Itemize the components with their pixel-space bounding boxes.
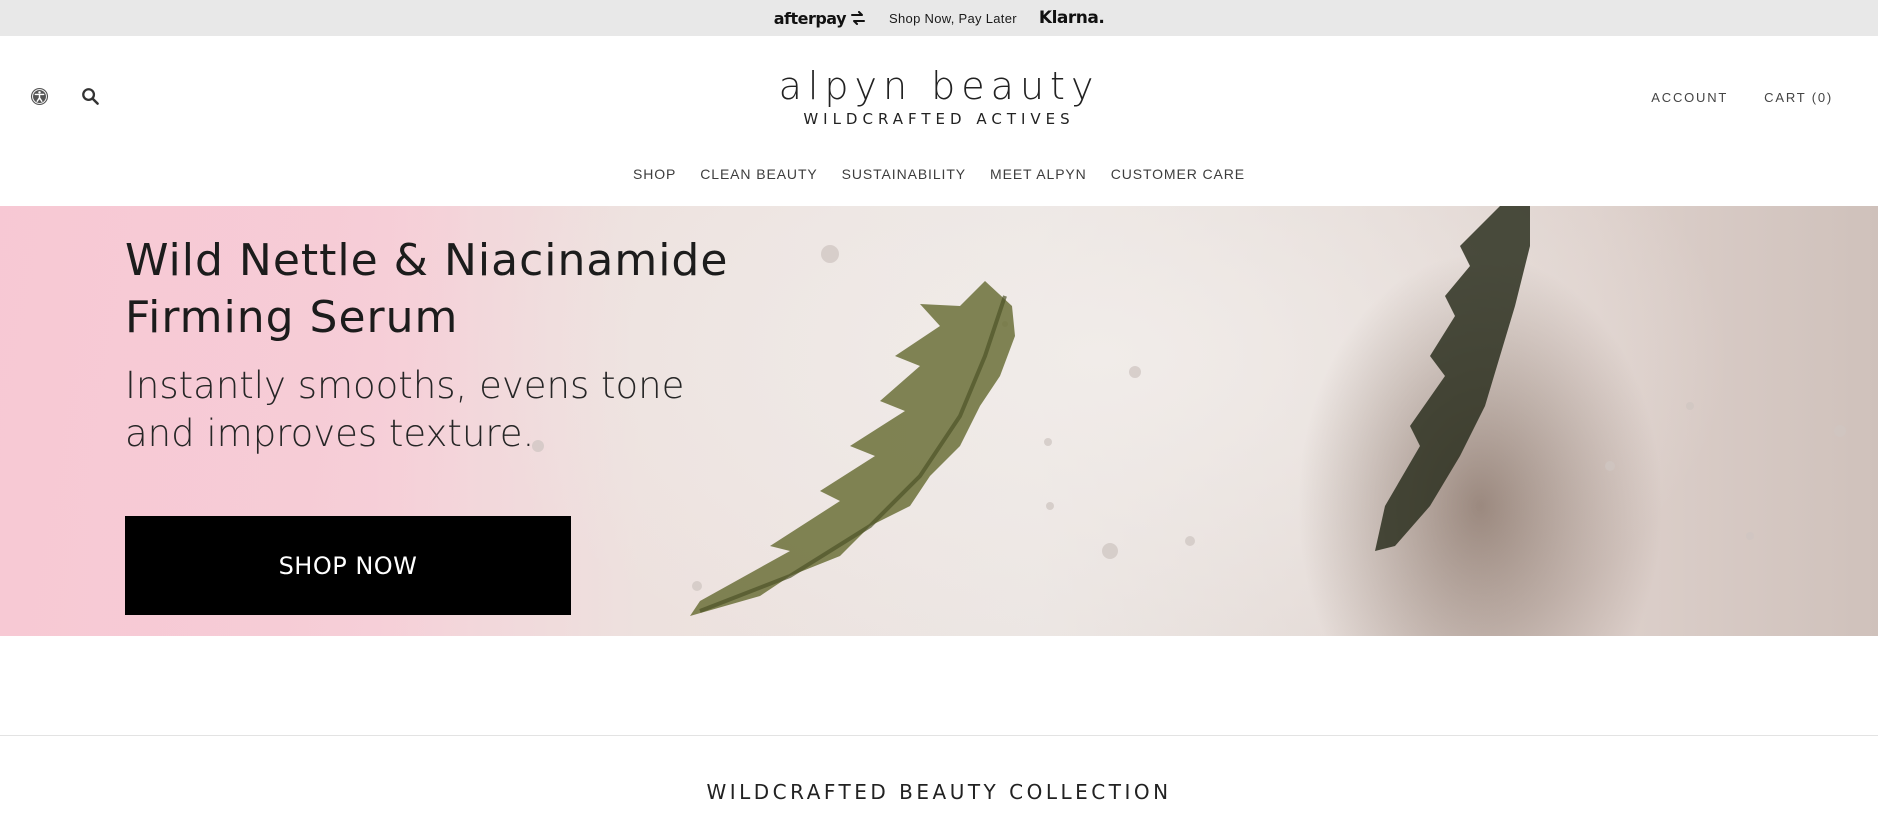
nav-item-shop[interactable]: SHOP [633,166,676,182]
logo-tagline: WILDCRAFTED ACTIVES [803,110,1075,128]
afterpay-arrows-icon [851,11,866,25]
promo-bar: afterpay Shop Now, Pay Later Klarna. [0,0,1878,36]
cart-link[interactable]: CART (0) [1764,90,1833,105]
main-nav: SHOP CLEAN BEAUTY SUSTAINABILITY MEET AL… [0,166,1878,182]
nav-item-customer-care[interactable]: CUSTOMER CARE [1111,166,1245,182]
klarna-logo[interactable]: Klarna. [1039,8,1105,28]
nav-item-sustainability[interactable]: SUSTAINABILITY [842,166,966,182]
hero-subtitle-line-2: and improves texture. [125,412,535,455]
hero-subtitle: Instantly smooths, evens tone and improv… [125,362,725,458]
collection-title: WILDCRAFTED BEAUTY COLLECTION [706,780,1172,804]
accessibility-icon[interactable] [30,87,49,106]
hero-title-line-1: Wild Nettle & Niacinamide [125,235,729,286]
site-logo[interactable]: alpyn beauty WILDCRAFTED ACTIVES [739,64,1139,128]
hero-title: Wild Nettle & Niacinamide Firming Serum [125,232,825,346]
afterpay-logo[interactable]: afterpay [774,9,867,28]
hero-subtitle-line-1: Instantly smooths, evens tone [125,364,685,407]
header-links: ACCOUNT CART (0) [1651,90,1833,105]
shop-now-button[interactable]: SHOP NOW [125,516,571,615]
hero-banner[interactable]: Wild Nettle & Niacinamide Firming Serum … [0,206,1878,636]
logo-main-text: alpyn beauty [778,64,1100,108]
afterpay-logo-text: afterpay [773,8,847,28]
site-header: alpyn beauty WILDCRAFTED ACTIVES ACCOUNT… [0,36,1878,206]
hero-title-line-2: Firming Serum [125,292,459,343]
nav-item-meet-alpyn[interactable]: MEET ALPYN [990,166,1087,182]
promo-text[interactable]: Shop Now, Pay Later [889,11,1017,26]
account-link[interactable]: ACCOUNT [1651,90,1728,105]
search-icon[interactable] [81,87,100,106]
section-divider [0,735,1878,736]
nav-item-clean-beauty[interactable]: CLEAN BEAUTY [700,166,817,182]
